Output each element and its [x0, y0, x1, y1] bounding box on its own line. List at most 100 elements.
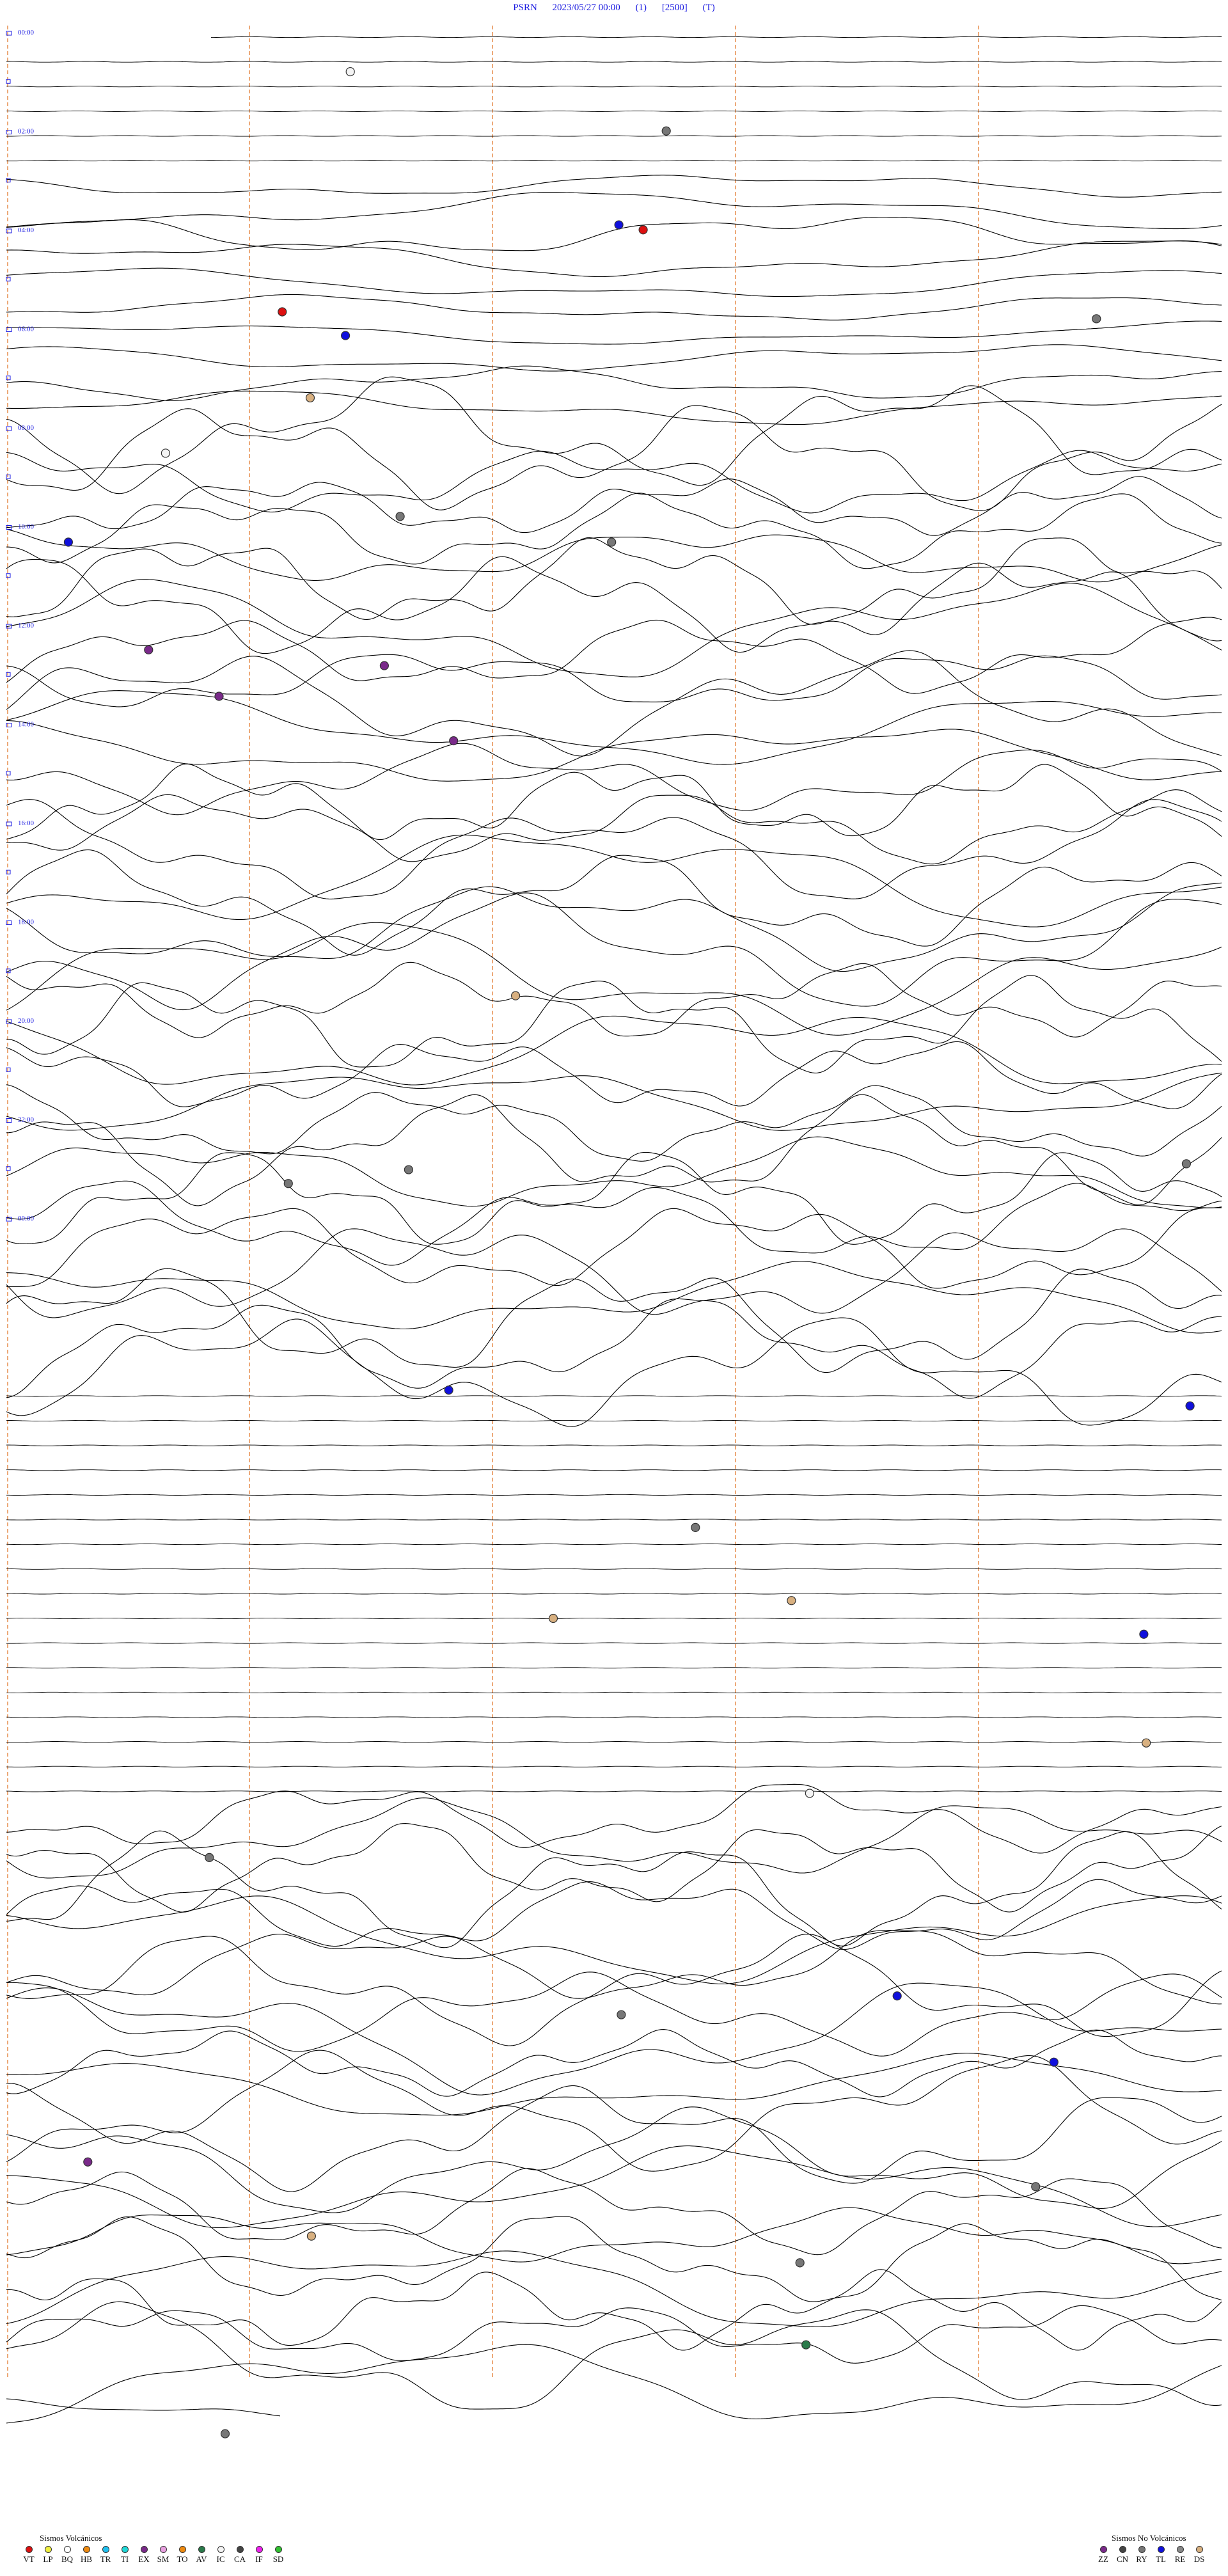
trace-row: [6, 1930, 1222, 2005]
trace-row: [6, 763, 1222, 841]
event-marker-ca: [404, 1165, 414, 1174]
trace-row: [6, 404, 1222, 511]
legend-dot: [102, 2546, 109, 2553]
trace-row: [6, 799, 1222, 899]
trace-row: [6, 344, 1222, 372]
half-hour-marker: [6, 771, 11, 776]
legend-dot: [25, 2546, 33, 2553]
legend-item-to: TO: [173, 2546, 192, 2564]
event-marker-tl: [614, 220, 624, 230]
trace-row: [6, 1041, 1222, 1109]
hour-label: 04:00: [18, 226, 35, 234]
trace-row: [6, 376, 1222, 494]
event-marker-zz: [379, 661, 390, 670]
trace-row: [6, 493, 1222, 569]
event-marker-av: [801, 2340, 811, 2350]
legend-item-tl: TL: [1151, 2546, 1170, 2564]
event-marker-re: [306, 2231, 316, 2241]
trace-row: [6, 2207, 1222, 2264]
trace-row: [6, 267, 1222, 297]
legend-dot: [1099, 2546, 1107, 2553]
hour-label: 10:00: [18, 523, 35, 531]
legend-item-sd: SD: [269, 2546, 288, 2564]
trace-row: [6, 1830, 1222, 1948]
legend-volcanic-title: Sismos Volcánicos: [40, 2533, 102, 2543]
trace-row: [6, 390, 1222, 425]
trace-group: [6, 36, 1222, 2424]
trace-row: [6, 1766, 1222, 1767]
trace-row: [211, 36, 1222, 38]
trace-row: [6, 922, 1222, 1036]
legend-code: TI: [120, 2554, 129, 2564]
legend-item-re: RE: [1170, 2546, 1190, 2564]
trace-row: [6, 882, 1222, 972]
trace-row: [6, 1691, 1222, 1693]
legend-item-ic: IC: [211, 2546, 230, 2564]
trace-row: [6, 1444, 1222, 1446]
trace-row: [6, 2301, 1222, 2410]
event-marker-zz: [214, 691, 224, 701]
hour-label: 22:00: [18, 1116, 35, 1124]
trace-row: [6, 1317, 1222, 1427]
trace-row: [6, 192, 1222, 230]
event-marker-re: [787, 1596, 796, 1606]
event-marker-ca: [795, 2258, 805, 2268]
trace-row: [6, 528, 1222, 583]
legend-item-av: AV: [192, 2546, 211, 2564]
hour-label: 18:00: [18, 919, 35, 926]
half-hour-marker: [6, 276, 11, 281]
trace-row: [6, 1934, 1222, 2046]
legend-dot: [159, 2546, 167, 2553]
event-marker-re: [510, 991, 521, 1000]
legend-code: IC: [216, 2554, 225, 2564]
event-marker-ca: [1092, 314, 1101, 324]
event-marker-ca: [607, 537, 617, 547]
trace-row: [6, 537, 1222, 625]
hour-marker: [6, 130, 12, 134]
hour-label: 06:00: [18, 326, 35, 333]
trace-row: [6, 450, 1222, 514]
trace-row: [6, 849, 1222, 956]
trace-row: [6, 1716, 1222, 1718]
legend-item-if: IF: [249, 2546, 269, 2564]
legend-item-bq: BQ: [58, 2546, 77, 2564]
event-marker-ic: [161, 448, 170, 458]
trace-row: [6, 1544, 1222, 1545]
event-marker-ca: [1181, 1159, 1192, 1169]
event-marker-tl: [1185, 1401, 1195, 1410]
channel-label: (1): [635, 3, 647, 13]
trace-row: [6, 1494, 1222, 1496]
trace-row: [6, 1895, 1222, 1984]
hour-label: 12:00: [18, 622, 35, 629]
event-marker-tl: [63, 537, 74, 547]
event-marker-zz: [449, 736, 459, 746]
hour-marker: [6, 921, 12, 925]
trace-row: [6, 1593, 1222, 1595]
legend-code: SM: [157, 2554, 169, 2564]
half-hour-marker: [6, 1067, 11, 1072]
hour-marker: [6, 228, 12, 233]
hour-marker: [6, 821, 12, 826]
legend-code: CA: [233, 2554, 246, 2564]
event-marker-vt: [638, 225, 648, 235]
event-marker-zz: [83, 2157, 93, 2167]
legend-dot: [236, 2546, 244, 2553]
trace-row: [6, 1419, 1222, 1422]
legend-dot: [198, 2546, 205, 2553]
station-code: PSRN: [513, 3, 537, 13]
legend-dot: [1176, 2546, 1184, 2553]
trace-row: [6, 86, 1222, 88]
legend-code: DS: [1193, 2554, 1205, 2564]
trace-row: [6, 1823, 1222, 1913]
legend-item-ex: EX: [134, 2546, 154, 2564]
legend-dot: [274, 2546, 282, 2553]
hour-label: 00:00: [18, 1215, 35, 1222]
legend-item-lp: LP: [38, 2546, 58, 2564]
hour-label: 20:00: [18, 1017, 35, 1025]
legend-code: CN: [1116, 2554, 1129, 2564]
half-hour-marker: [6, 869, 11, 874]
trace-row: [6, 2269, 1222, 2351]
event-marker-tl: [340, 331, 350, 340]
trace-row: [6, 1790, 1222, 1792]
trace-row: [6, 2305, 1222, 2364]
